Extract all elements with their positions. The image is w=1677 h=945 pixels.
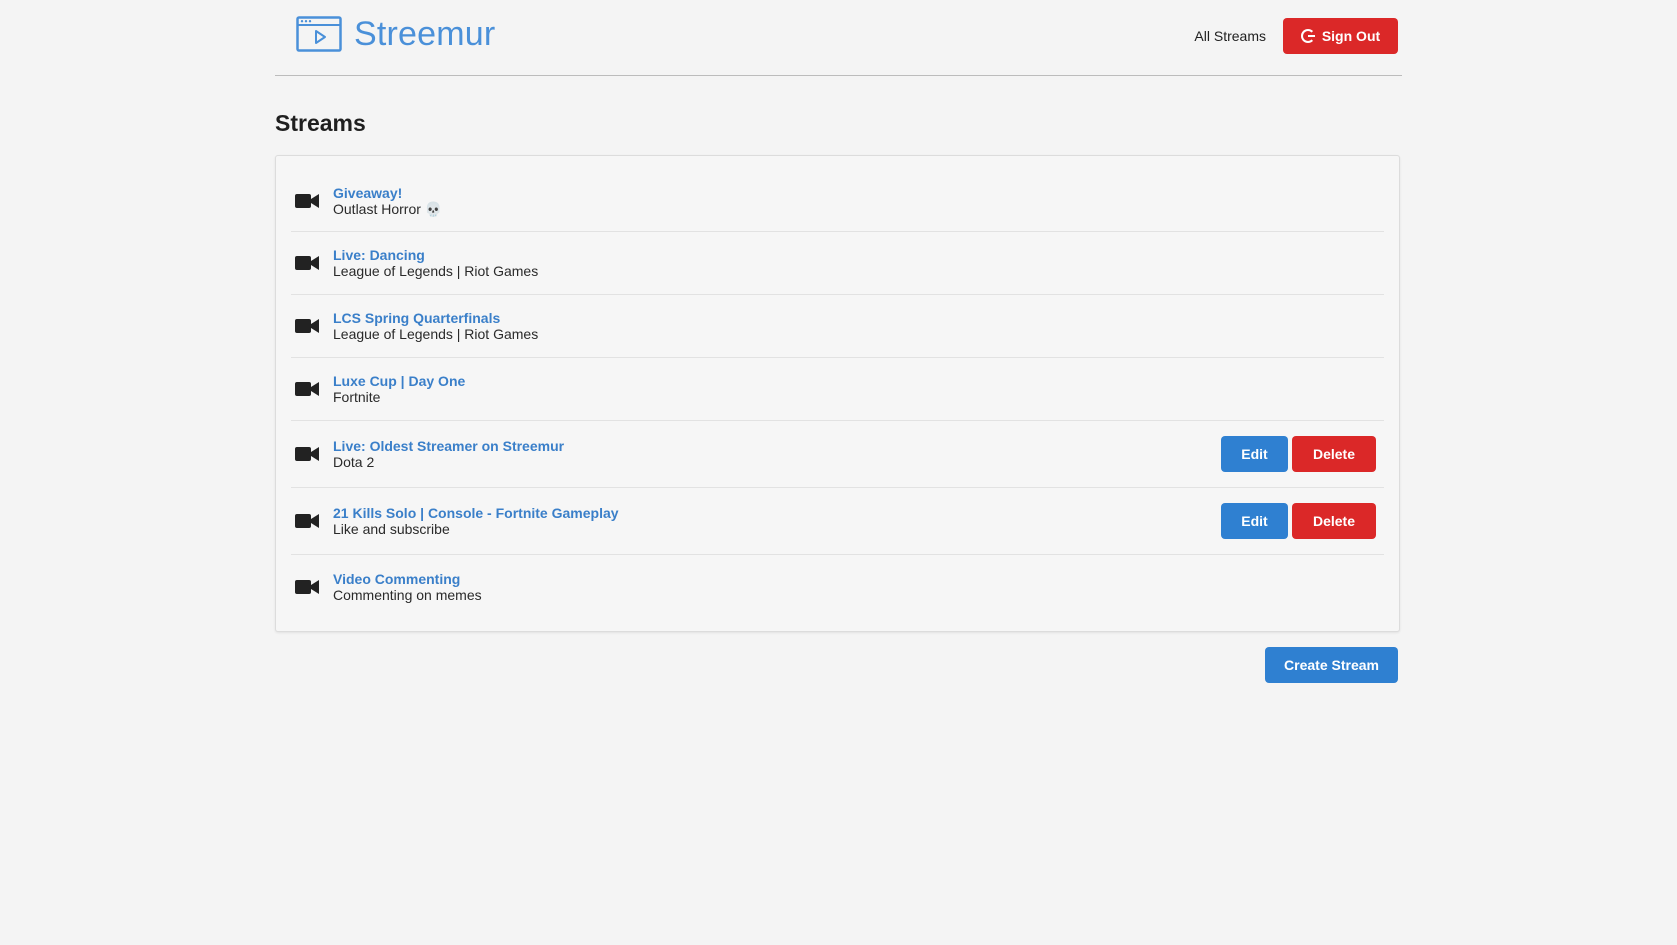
stream-text: Giveaway! Outlast Horror 💀 xyxy=(333,185,1384,217)
stream-text: Luxe Cup | Day One Fortnite xyxy=(333,373,1384,405)
stream-text: LCS Spring Quarterfinals League of Legen… xyxy=(333,310,1384,342)
stream-row: 21 Kills Solo | Console - Fortnite Gamep… xyxy=(291,488,1384,555)
stream-text: 21 Kills Solo | Console - Fortnite Gamep… xyxy=(333,505,1221,537)
edit-button[interactable]: Edit xyxy=(1221,436,1288,472)
stream-text: Live: Oldest Streamer on Streemur Dota 2 xyxy=(333,438,1221,470)
stream-row: Giveaway! Outlast Horror 💀 xyxy=(291,170,1384,232)
video-camera-icon xyxy=(295,512,319,530)
delete-button[interactable]: Delete xyxy=(1292,503,1376,539)
stream-title-link[interactable]: Live: Dancing xyxy=(333,247,1384,263)
stream-description: Outlast Horror 💀 xyxy=(333,200,443,217)
stream-row: LCS Spring Quarterfinals League of Legen… xyxy=(291,295,1384,358)
stream-row: Live: Dancing League of Legends | Riot G… xyxy=(291,232,1384,295)
stream-row: Luxe Cup | Day One Fortnite xyxy=(291,358,1384,421)
video-camera-icon xyxy=(295,380,319,398)
top-nav: Streemur All Streams Sign Out xyxy=(275,0,1402,76)
video-camera-icon xyxy=(295,192,319,210)
nav-right: All Streams Sign Out xyxy=(1194,18,1398,54)
google-icon xyxy=(1300,29,1315,43)
stream-description: Dota 2 xyxy=(333,454,375,470)
stream-row: Video Commenting Commenting on memes xyxy=(291,555,1384,619)
stream-text: Live: Dancing League of Legends | Riot G… xyxy=(333,247,1384,279)
page-title: Streams xyxy=(275,110,366,136)
stream-title-link[interactable]: Video Commenting xyxy=(333,571,1384,587)
sign-out-button[interactable]: Sign Out xyxy=(1283,18,1398,54)
stream-description: Commenting on memes xyxy=(333,587,482,603)
video-camera-icon xyxy=(295,317,319,335)
page-container: Streemur All Streams Sign Out Streams Gi… xyxy=(275,0,1402,683)
stream-title-link[interactable]: Live: Oldest Streamer on Streemur xyxy=(333,438,1221,454)
stream-actions: Edit Delete xyxy=(1221,436,1376,472)
stream-description: Like and subscribe xyxy=(333,521,450,537)
stream-row: Live: Oldest Streamer on Streemur Dota 2… xyxy=(291,421,1384,488)
video-camera-icon xyxy=(295,578,319,596)
brand-logo[interactable]: Streemur xyxy=(296,15,495,53)
sign-out-label: Sign Out xyxy=(1321,28,1381,44)
create-stream-button[interactable]: Create Stream xyxy=(1265,647,1398,683)
stream-description: League of Legends | Riot Games xyxy=(333,326,539,342)
stream-title-link[interactable]: 21 Kills Solo | Console - Fortnite Gamep… xyxy=(333,505,1221,521)
stream-list: Giveaway! Outlast Horror 💀 Live: Dancing… xyxy=(275,155,1400,632)
edit-button[interactable]: Edit xyxy=(1221,503,1288,539)
stream-title-link[interactable]: LCS Spring Quarterfinals xyxy=(333,310,1384,326)
stream-description: League of Legends | Riot Games xyxy=(333,263,539,279)
all-streams-link[interactable]: All Streams xyxy=(1194,28,1266,44)
brand-name: Streemur xyxy=(354,15,496,53)
video-camera-icon xyxy=(295,445,319,463)
stream-description: Fortnite xyxy=(333,389,381,405)
stream-actions: Edit Delete xyxy=(1221,503,1376,539)
video-camera-icon xyxy=(295,254,319,272)
stream-text: Video Commenting Commenting on memes xyxy=(333,571,1384,603)
delete-button[interactable]: Delete xyxy=(1292,436,1376,472)
stream-title-link[interactable]: Luxe Cup | Day One xyxy=(333,373,1384,389)
video-window-icon xyxy=(296,16,342,52)
stream-title-link[interactable]: Giveaway! xyxy=(333,185,1384,201)
